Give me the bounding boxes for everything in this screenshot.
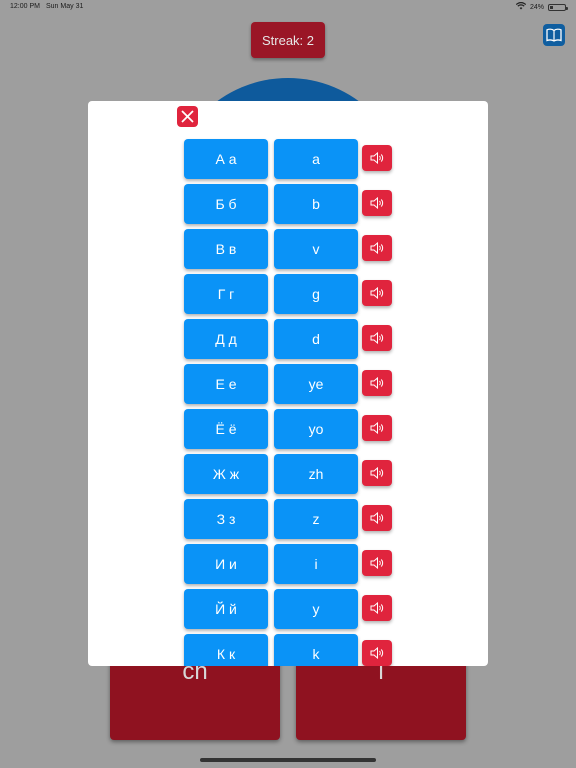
speaker-icon[interactable] bbox=[362, 145, 392, 171]
transliteration-button[interactable]: z bbox=[274, 499, 358, 539]
speaker-icon[interactable] bbox=[362, 280, 392, 306]
speaker-icon[interactable] bbox=[362, 505, 392, 531]
battery-fill bbox=[550, 5, 553, 9]
alphabet-row: В вv bbox=[184, 229, 404, 269]
letter-button[interactable]: Б б bbox=[184, 184, 268, 224]
speaker-icon[interactable] bbox=[362, 595, 392, 621]
transliteration-button[interactable]: g bbox=[274, 274, 358, 314]
status-time: 12:00 PM bbox=[10, 3, 40, 10]
alphabet-row: Е е ye bbox=[184, 364, 404, 404]
letter-button[interactable]: Д д bbox=[184, 319, 268, 359]
transliteration-button[interactable]: y bbox=[274, 589, 358, 629]
battery-icon bbox=[548, 3, 568, 11]
alphabet-modal: А аaБ бbВ вvГ гgД дdЕ е ye Ё ё yo Ж ж zh З зzИ… bbox=[88, 101, 488, 666]
letter-button[interactable]: В в bbox=[184, 229, 268, 269]
letter-button[interactable]: К к bbox=[184, 634, 268, 666]
speaker-icon[interactable] bbox=[362, 460, 392, 486]
speaker-icon[interactable] bbox=[362, 640, 392, 666]
letter-button[interactable]: Й й bbox=[184, 589, 268, 629]
speaker-icon[interactable] bbox=[362, 325, 392, 351]
streak-button[interactable]: Streak: 2 bbox=[251, 22, 325, 58]
letter-button[interactable]: З з bbox=[184, 499, 268, 539]
transliteration-button[interactable]: zh bbox=[274, 454, 358, 494]
speaker-icon[interactable] bbox=[362, 415, 392, 441]
status-bar: 12:00 PM Sun May 31 24% bbox=[0, 0, 576, 14]
alphabet-row: А аa bbox=[184, 139, 404, 179]
status-date: Sun May 31 bbox=[46, 3, 84, 10]
close-icon[interactable] bbox=[177, 106, 198, 127]
transliteration-button[interactable]: a bbox=[274, 139, 358, 179]
alphabet-row: К кk bbox=[184, 634, 404, 666]
letter-button[interactable]: Е е bbox=[184, 364, 268, 404]
transliteration-button[interactable]: ye bbox=[274, 364, 358, 404]
speaker-icon[interactable] bbox=[362, 190, 392, 216]
transliteration-button[interactable]: d bbox=[274, 319, 358, 359]
alphabet-row: Г гg bbox=[184, 274, 404, 314]
alphabet-row: Д дd bbox=[184, 319, 404, 359]
status-indicators: 24% bbox=[515, 2, 568, 12]
letter-button[interactable]: Ё ё bbox=[184, 409, 268, 449]
battery-percent: 24% bbox=[529, 3, 544, 11]
transliteration-button[interactable]: yo bbox=[274, 409, 358, 449]
speaker-icon[interactable] bbox=[362, 370, 392, 396]
speaker-icon[interactable] bbox=[362, 235, 392, 261]
alphabet-row: Ж ж zh bbox=[184, 454, 404, 494]
transliteration-button[interactable]: v bbox=[274, 229, 358, 269]
letter-button[interactable]: Ж ж bbox=[184, 454, 268, 494]
alphabet-row: Й йy bbox=[184, 589, 404, 629]
alphabet-row: Б бb bbox=[184, 184, 404, 224]
alphabet-row: Ё ё yo bbox=[184, 409, 404, 449]
alphabet-row: И иi bbox=[184, 544, 404, 584]
transliteration-button[interactable]: i bbox=[274, 544, 358, 584]
letter-button[interactable]: А а bbox=[184, 139, 268, 179]
alphabet-row: З зz bbox=[184, 499, 404, 539]
home-indicator[interactable] bbox=[200, 758, 376, 762]
wifi-icon bbox=[515, 2, 527, 12]
speaker-icon[interactable] bbox=[362, 550, 392, 576]
transliteration-button[interactable]: b bbox=[274, 184, 358, 224]
letter-button[interactable]: Г г bbox=[184, 274, 268, 314]
transliteration-button[interactable]: k bbox=[274, 634, 358, 666]
letter-button[interactable]: И и bbox=[184, 544, 268, 584]
battery-tip bbox=[566, 6, 568, 10]
book-icon[interactable] bbox=[543, 24, 565, 46]
